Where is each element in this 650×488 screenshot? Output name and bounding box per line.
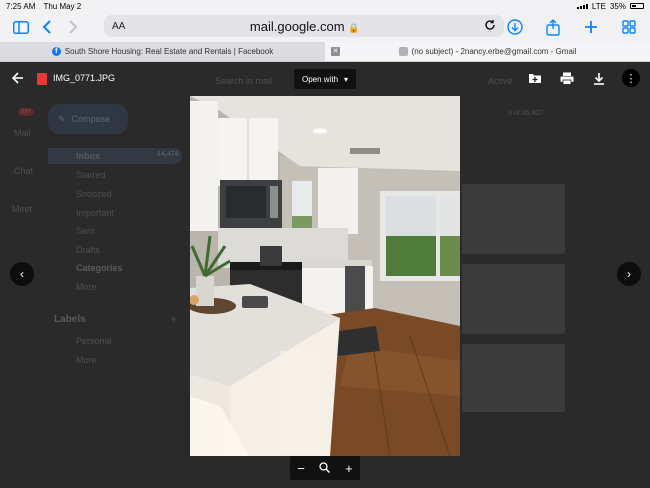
battery-percent: 35% bbox=[609, 1, 626, 11]
download-icon[interactable] bbox=[590, 69, 608, 87]
nav-more[interactable]: More bbox=[76, 282, 97, 292]
attachment-thumbnail[interactable] bbox=[462, 264, 565, 334]
add-to-drive-icon[interactable] bbox=[526, 69, 544, 87]
attachment-thumbnail[interactable] bbox=[462, 184, 565, 254]
image-preview bbox=[190, 96, 460, 456]
status-bar: 7:25 AM Thu May 2 LTE 35% bbox=[0, 0, 650, 12]
label-personal[interactable]: Personal bbox=[76, 336, 112, 346]
close-tab-icon[interactable]: ✕ bbox=[331, 47, 340, 56]
compose-button[interactable]: ✎ Compose bbox=[48, 104, 128, 134]
rail-mail[interactable]: Mail bbox=[14, 128, 31, 138]
nav-drafts[interactable]: Drafts bbox=[76, 245, 100, 255]
back-icon[interactable] bbox=[34, 16, 60, 38]
forward-icon[interactable] bbox=[60, 16, 86, 38]
attachment-thumbnail[interactable] bbox=[462, 344, 565, 412]
status-time: 7:25 AM bbox=[6, 1, 36, 11]
nav-inbox[interactable]: Inbox bbox=[76, 151, 100, 161]
address-bar[interactable]: AA mail.google.com 🔒 bbox=[104, 15, 504, 37]
tab-overview-icon[interactable] bbox=[616, 16, 642, 38]
open-with-button[interactable]: Open with ▾ bbox=[294, 69, 357, 89]
reload-icon[interactable] bbox=[484, 19, 496, 34]
lock-icon: 🔒 bbox=[348, 22, 360, 33]
reader-options-button[interactable]: AA bbox=[112, 21, 125, 32]
rail-chat[interactable]: Chat bbox=[14, 166, 33, 176]
add-label-icon[interactable]: + bbox=[170, 312, 177, 326]
mail-badge: 99+ bbox=[18, 108, 34, 116]
kitchen-photo bbox=[190, 96, 460, 456]
close-viewer-icon[interactable] bbox=[11, 71, 24, 87]
signal-icon bbox=[576, 3, 588, 9]
inbox-count: 14,474 bbox=[157, 151, 179, 158]
zoom-reset-icon[interactable] bbox=[319, 461, 331, 476]
new-tab-icon[interactable] bbox=[578, 16, 604, 38]
nav-sent[interactable]: Sent bbox=[76, 226, 95, 236]
more-vert-icon[interactable]: ⋮ bbox=[622, 69, 640, 87]
labels-heading: Labels bbox=[54, 314, 86, 325]
file-name: IMG_0771.JPG bbox=[53, 73, 116, 83]
network-label: LTE bbox=[591, 1, 606, 11]
tab-bar: f South Shore Housing: Real Estate and R… bbox=[0, 42, 650, 62]
tab-label: South Shore Housing: Real Estate and Ren… bbox=[64, 47, 274, 56]
tab-label: (no subject) - 2nancy.erbe@gmail.com - G… bbox=[411, 47, 577, 56]
previous-image-button[interactable]: ‹ bbox=[10, 262, 34, 286]
status-date: Thu May 2 bbox=[43, 1, 82, 11]
tab-facebook[interactable]: f South Shore Housing: Real Estate and R… bbox=[0, 42, 325, 61]
nav-important[interactable]: Important bbox=[76, 208, 114, 218]
print-icon[interactable] bbox=[558, 69, 576, 87]
zoom-out-button[interactable]: − bbox=[297, 461, 305, 476]
labels-more[interactable]: More bbox=[76, 355, 97, 365]
battery-icon bbox=[630, 3, 644, 9]
zoom-in-button[interactable]: + bbox=[345, 461, 353, 476]
downloads-icon[interactable] bbox=[502, 16, 528, 38]
browser-toolbar: AA mail.google.com 🔒 bbox=[0, 12, 650, 42]
nav-categories[interactable]: Categories bbox=[76, 263, 123, 273]
pagination-text: 3 of 35,407 bbox=[508, 110, 544, 117]
nav-starred[interactable]: Starred bbox=[76, 170, 106, 180]
nav-snoozed[interactable]: Snoozed bbox=[76, 189, 112, 199]
next-image-button[interactable]: › bbox=[617, 262, 641, 286]
rail-meet[interactable]: Meet bbox=[12, 204, 32, 214]
facebook-icon: f bbox=[51, 47, 61, 56]
sidebar-icon[interactable] bbox=[8, 16, 34, 38]
share-icon[interactable] bbox=[540, 16, 566, 38]
image-file-icon bbox=[37, 73, 47, 85]
zoom-controls: − + bbox=[290, 456, 360, 480]
caret-down-icon: ▾ bbox=[344, 74, 349, 84]
pencil-icon: ✎ bbox=[58, 113, 66, 124]
gmail-tab-icon bbox=[398, 47, 408, 56]
tab-gmail[interactable]: ✕ (no subject) - 2nancy.erbe@gmail.com -… bbox=[325, 42, 650, 61]
url-text: mail.google.com 🔒 bbox=[249, 18, 360, 34]
viewer-toolbar: IMG_0771.JPG Open with ▾ ⋮ bbox=[0, 62, 650, 96]
